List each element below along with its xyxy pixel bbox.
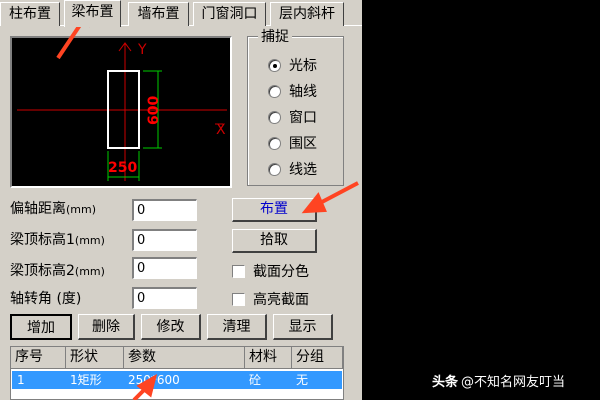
field-label-text: 轴转角 (度) [10, 291, 82, 307]
snap-option-fence[interactable]: 围区 [268, 133, 317, 153]
highlight-section-checkbox[interactable]: 高亮截面 [232, 290, 309, 308]
column-header-index[interactable]: 序号 [11, 347, 66, 369]
field-label-text: 偏轴距离 [10, 201, 66, 217]
snap-option-label: 轴线 [289, 84, 317, 100]
field-label-text: 梁顶标高1 [10, 232, 75, 248]
beam-top-elev2-input[interactable] [132, 257, 197, 279]
watermark-author: @不知名网友叮当 [461, 375, 566, 390]
offset-distance-label: 偏轴距离(mm) [10, 198, 96, 218]
tab-bar: 柱布置 梁布置 墙布置 门窗洞口 层内斜杆 [0, 0, 362, 27]
beam-top-elev2-label: 梁顶标高2(mm) [10, 260, 105, 280]
section-list-table[interactable]: 序号 形状 参数 材料 分组 1 1矩形 250*600 砼 无 [10, 346, 344, 400]
snap-option-label: 光标 [289, 58, 317, 74]
checkbox-icon [232, 264, 245, 278]
tab-column-layout[interactable]: 柱布置 [0, 2, 60, 26]
field-unit: (mm) [74, 265, 105, 278]
offset-distance-input[interactable] [132, 199, 197, 221]
y-axis-label: Y [137, 42, 147, 58]
watermark-brand: 头条 [432, 375, 459, 390]
table-cell-shape: 1矩形 [70, 373, 102, 387]
checkbox-label: 高亮截面 [253, 292, 309, 308]
section-preview: Y X 600 250 [10, 36, 232, 188]
radio-icon [268, 162, 281, 176]
snap-option-label: 围区 [289, 136, 317, 152]
width-dim-label: 250 [108, 160, 137, 176]
tab-door-window-opening[interactable]: 门窗洞口 [193, 2, 266, 26]
snap-option-line-select[interactable]: 线选 [268, 159, 317, 179]
tab-beam-layout[interactable]: 梁布置 [64, 0, 121, 27]
checkbox-label: 截面分色 [253, 264, 309, 280]
modify-button[interactable]: 修改 [141, 314, 201, 340]
column-header-material[interactable]: 材料 [245, 347, 292, 369]
radio-icon [268, 110, 281, 124]
column-header-group[interactable]: 分组 [292, 347, 343, 369]
checkbox-icon [232, 292, 245, 306]
radio-icon [268, 84, 281, 98]
column-header-shape[interactable]: 形状 [66, 347, 124, 369]
snap-groupbox: 捕捉 光标 轴线 窗口 围区 线选 [247, 26, 344, 186]
place-button[interactable]: 布置 [232, 198, 317, 222]
snap-option-window[interactable]: 窗口 [268, 107, 317, 127]
clear-button[interactable]: 清理 [207, 314, 267, 340]
pick-button[interactable]: 拾取 [232, 229, 317, 253]
snap-option-label: 窗口 [289, 110, 317, 126]
section-preview-drawing: Y X 600 250 [17, 42, 227, 181]
beam-top-elev1-label: 梁顶标高1(mm) [10, 229, 105, 249]
snap-option-label: 线选 [289, 162, 317, 178]
watermark: 头条 @不知名网友叮当 [432, 371, 565, 390]
axis-rotation-input[interactable] [132, 287, 197, 309]
table-cell-index: 1 [17, 373, 25, 387]
snap-group-title: 捕捉 [258, 26, 292, 46]
height-dim-label: 600 [146, 96, 162, 125]
beam-layout-panel: 柱布置 梁布置 墙布置 门窗洞口 层内斜杆 Y X 600 250 捕捉 光标 … [0, 0, 362, 400]
snap-option-axis[interactable]: 轴线 [268, 81, 317, 101]
column-header-params[interactable]: 参数 [124, 347, 245, 369]
tab-inner-diagonal[interactable]: 层内斜杆 [270, 2, 344, 26]
x-axis-label: X [216, 122, 226, 138]
background-area [362, 0, 600, 400]
snap-option-cursor[interactable]: 光标 [268, 55, 317, 75]
radio-checked-icon [268, 58, 281, 72]
table-cell-group: 无 [296, 373, 309, 387]
radio-icon [268, 136, 281, 150]
section-color-checkbox[interactable]: 截面分色 [232, 262, 309, 280]
field-unit: (mm) [66, 203, 97, 216]
table-cell-material: 砼 [249, 373, 262, 387]
table-cell-params: 250*600 [128, 373, 180, 387]
field-unit: (mm) [74, 234, 105, 247]
axis-rotation-label: 轴转角 (度) [10, 288, 81, 308]
field-label-text: 梁顶标高2 [10, 263, 75, 279]
tab-wall-layout[interactable]: 墙布置 [128, 2, 189, 26]
display-button[interactable]: 显示 [273, 314, 333, 340]
delete-button[interactable]: 删除 [78, 314, 135, 340]
beam-top-elev1-input[interactable] [132, 229, 197, 251]
add-button[interactable]: 增加 [10, 314, 72, 340]
